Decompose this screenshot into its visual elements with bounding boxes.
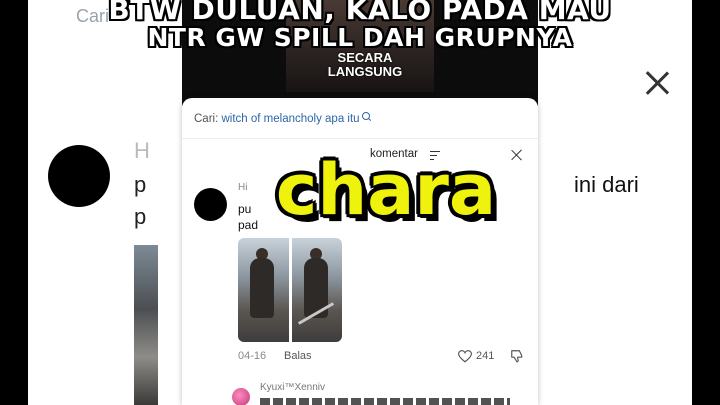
comment-text-line: pu [238, 202, 252, 216]
search-label: Cari: [194, 113, 219, 125]
video-caption-line1: SECARA [337, 50, 393, 65]
heart-icon[interactable] [458, 350, 472, 363]
dislike-icon[interactable] [510, 349, 524, 363]
background-comment-fragment: p [134, 204, 147, 229]
reply-text-placeholder [260, 398, 510, 405]
background-comment-fragment: p [134, 172, 147, 197]
comment-image[interactable] [238, 238, 289, 342]
right-border [692, 0, 720, 405]
search-suggestion[interactable]: Cari: witch of melancholy apa itu [194, 112, 370, 125]
left-border [0, 0, 28, 405]
top-caption-line2: NTR GW SPILL DAH GRUPNYA [147, 23, 573, 52]
divider [182, 138, 538, 139]
reply-avatar[interactable] [232, 388, 250, 405]
background-comment-text: ini dari [574, 172, 639, 197]
comment-sheet: Cari: witch of melancholy apa itu koment… [182, 98, 538, 405]
reply-button[interactable]: Balas [284, 350, 312, 362]
like-count: 241 [476, 350, 495, 362]
comment-images[interactable] [238, 238, 342, 342]
commenter-avatar[interactable] [194, 188, 227, 221]
search-icon [361, 112, 370, 120]
keyword-caption: chara [275, 149, 497, 231]
background-avatar [48, 145, 110, 207]
comment-image[interactable] [291, 238, 342, 342]
search-query[interactable]: witch of melancholy apa itu [221, 113, 359, 125]
top-caption: BTW DULUAN, KALO PADA MAU NTR GW SPILL D… [0, 0, 720, 52]
close-icon[interactable] [640, 66, 674, 100]
video-caption-line2: LANGSUNG [327, 64, 403, 79]
background-username-fragment: H [134, 138, 150, 163]
comment-date: 04-16 [238, 350, 267, 362]
reply-username[interactable]: Kyuxi™Xenniv [260, 382, 325, 393]
commenter-username[interactable]: Hi [238, 182, 247, 193]
background-image-fragment [134, 245, 158, 405]
